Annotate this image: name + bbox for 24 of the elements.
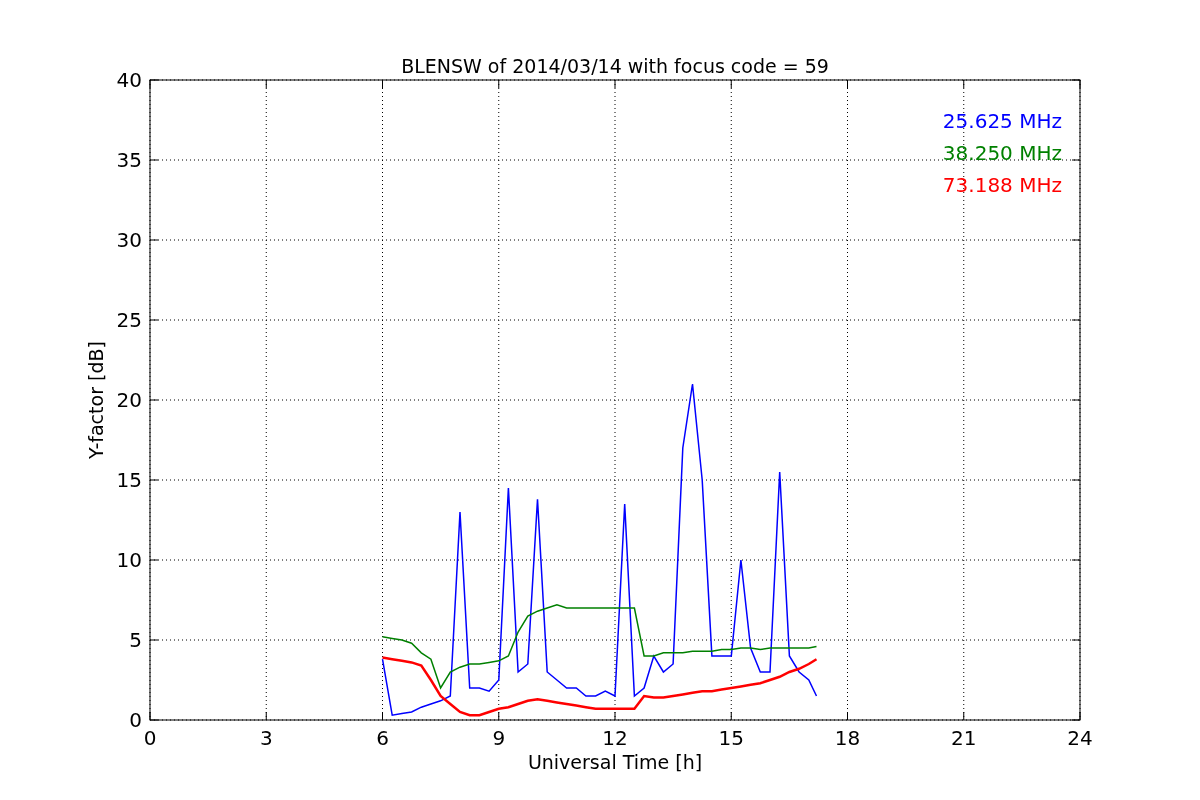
tick-label: 40 <box>116 68 142 92</box>
tick-label: 9 <box>492 726 506 750</box>
tick-label: 10 <box>116 548 142 572</box>
tick-label: 5 <box>129 628 142 652</box>
tick-label: 18 <box>834 726 861 750</box>
legend-label: 73.188 MHz <box>942 173 1062 197</box>
tick-label: 6 <box>376 726 389 750</box>
tick-label: 12 <box>602 726 628 750</box>
legend-label: 38.250 MHz <box>942 141 1062 165</box>
axis-label: Universal Time [h] <box>527 751 703 773</box>
legend-label: 25.625 MHz <box>942 109 1062 133</box>
tick-label: 21 <box>951 726 977 750</box>
tick-label: 24 <box>1067 726 1093 750</box>
tick-label: 35 <box>116 148 142 172</box>
tick-label: 15 <box>116 468 142 492</box>
chart-title: BLENSW of 2014/03/14 with focus code = 59 <box>401 55 829 77</box>
tick-label: 20 <box>116 388 142 412</box>
tick-label: 30 <box>116 228 142 252</box>
tick-label: 15 <box>718 726 744 750</box>
tick-label: 0 <box>143 726 157 750</box>
tick-label: 3 <box>259 726 273 750</box>
axis-label: Y-factor [dB] <box>85 341 107 459</box>
tick-label: 25 <box>116 308 142 332</box>
tick-label: 0 <box>129 708 142 732</box>
